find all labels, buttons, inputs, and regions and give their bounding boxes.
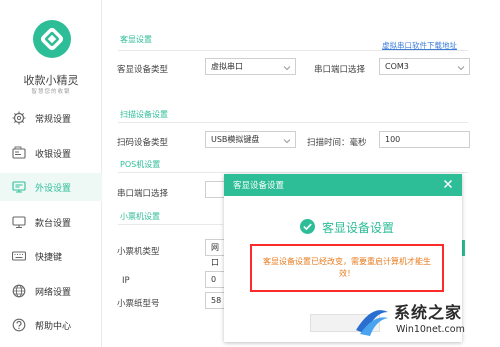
alert-message: 客显设备设置已经改变，需要重启计算机才能生效！ bbox=[263, 257, 431, 278]
section-title-printer: 小票机设置 bbox=[120, 212, 160, 221]
scan-time-input[interactable]: 100 bbox=[379, 131, 470, 148]
watermark-url: Win10net.com bbox=[396, 324, 465, 335]
help-icon bbox=[12, 318, 26, 332]
scanner-type-select[interactable]: USB模拟键盘 bbox=[205, 131, 296, 148]
chevron-down-icon bbox=[283, 62, 291, 71]
printer-type-select[interactable]: 网口 bbox=[205, 239, 225, 267]
sidebar-item-label: 网络设置 bbox=[35, 287, 72, 298]
divider bbox=[118, 50, 468, 51]
dialog-title: 客显设备设置 bbox=[233, 181, 285, 191]
select-value: COM3 bbox=[385, 62, 409, 71]
app-logo bbox=[32, 19, 72, 59]
globe-icon bbox=[12, 284, 26, 298]
sidebar-item-cashier[interactable]: 收银设置 bbox=[0, 139, 102, 167]
monitor-icon bbox=[12, 215, 26, 229]
paper-size-label: 小票纸型号 bbox=[117, 299, 160, 309]
divider bbox=[118, 224, 223, 225]
sidebar-item-counter[interactable]: 款台设置 bbox=[0, 208, 102, 236]
app-name: 收款小精灵 bbox=[23, 74, 79, 87]
section-title-pos: POS机设置 bbox=[120, 160, 161, 169]
select-value: 网口 bbox=[211, 243, 219, 267]
sidebar: 收款小精灵 智慧您的收银 常规设置 收银设置 外设设置 款台设置 快捷键 网络设… bbox=[0, 0, 102, 347]
select-value: USB模拟键盘 bbox=[211, 135, 260, 144]
select-value: 58 bbox=[211, 296, 222, 305]
input-value: 100 bbox=[385, 135, 401, 144]
sidebar-item-label: 常规设置 bbox=[35, 114, 72, 125]
pos-port-label: 串口端口选择 bbox=[117, 189, 169, 199]
alert-box: 客显设备设置已经改变，需要重启计算机才能生效！ bbox=[250, 244, 444, 292]
sidebar-item-label: 外设设置 bbox=[35, 183, 72, 194]
scan-time-label: 扫描时间：毫秒 bbox=[307, 138, 367, 148]
section-title-scanner: 扫描设备设置 bbox=[120, 110, 168, 119]
section-title-customer-display: 客显设置 bbox=[120, 35, 152, 44]
dialog-heading-text: 客显设备设置 bbox=[322, 221, 395, 235]
customer-display-port-label: 串口端口选择 bbox=[314, 65, 366, 75]
sidebar-item-label: 收银设置 bbox=[35, 149, 72, 160]
paper-size-select[interactable]: 58 bbox=[205, 292, 225, 309]
gear-icon bbox=[12, 111, 26, 125]
peripheral-icon bbox=[12, 180, 26, 194]
select-value: 虚拟串口 bbox=[211, 62, 243, 71]
check-circle-icon bbox=[300, 219, 315, 236]
watermark-title: 系统之家 bbox=[394, 303, 463, 322]
input-value: 0 bbox=[211, 275, 217, 284]
cash-icon bbox=[12, 146, 26, 160]
customer-display-type-label: 客显设备类型 bbox=[117, 65, 169, 75]
pos-port-select[interactable] bbox=[205, 181, 225, 198]
sidebar-item-network[interactable]: 网络设置 bbox=[0, 277, 102, 305]
sidebar-item-peripherals[interactable]: 外设设置 bbox=[0, 173, 102, 201]
watermark-logo bbox=[352, 300, 392, 342]
divider bbox=[118, 172, 468, 173]
dialog-heading: 客显设备设置 bbox=[300, 219, 394, 236]
chevron-down-icon bbox=[457, 62, 465, 71]
printer-ip-label: IP bbox=[122, 276, 130, 286]
chevron-down-icon bbox=[283, 135, 291, 144]
scanner-type-label: 扫码设备类型 bbox=[117, 138, 169, 148]
divider bbox=[118, 122, 468, 123]
printer-ip-input[interactable]: 0 bbox=[205, 271, 225, 288]
customer-display-type-select[interactable]: 虚拟串口 bbox=[205, 58, 296, 75]
printer-type-label: 小票机类型 bbox=[117, 247, 160, 257]
sidebar-item-label: 款台设置 bbox=[35, 218, 72, 229]
sidebar-item-general[interactable]: 常规设置 bbox=[0, 104, 102, 132]
watermark: 系统之家 Win10net.com bbox=[348, 294, 500, 347]
dialog-header: 客显设备设置 bbox=[224, 174, 462, 196]
close-icon[interactable] bbox=[441, 177, 455, 191]
sidebar-item-help[interactable]: 帮助中心 bbox=[0, 311, 102, 339]
sidebar-item-label: 快捷键 bbox=[35, 252, 63, 263]
keyboard-icon bbox=[11, 249, 27, 263]
app-slogan: 智慧您的收银 bbox=[31, 89, 71, 95]
sidebar-item-shortcuts[interactable]: 快捷键 bbox=[0, 242, 102, 270]
customer-display-port-select[interactable]: COM3 bbox=[379, 58, 470, 75]
sidebar-item-label: 帮助中心 bbox=[35, 321, 72, 332]
